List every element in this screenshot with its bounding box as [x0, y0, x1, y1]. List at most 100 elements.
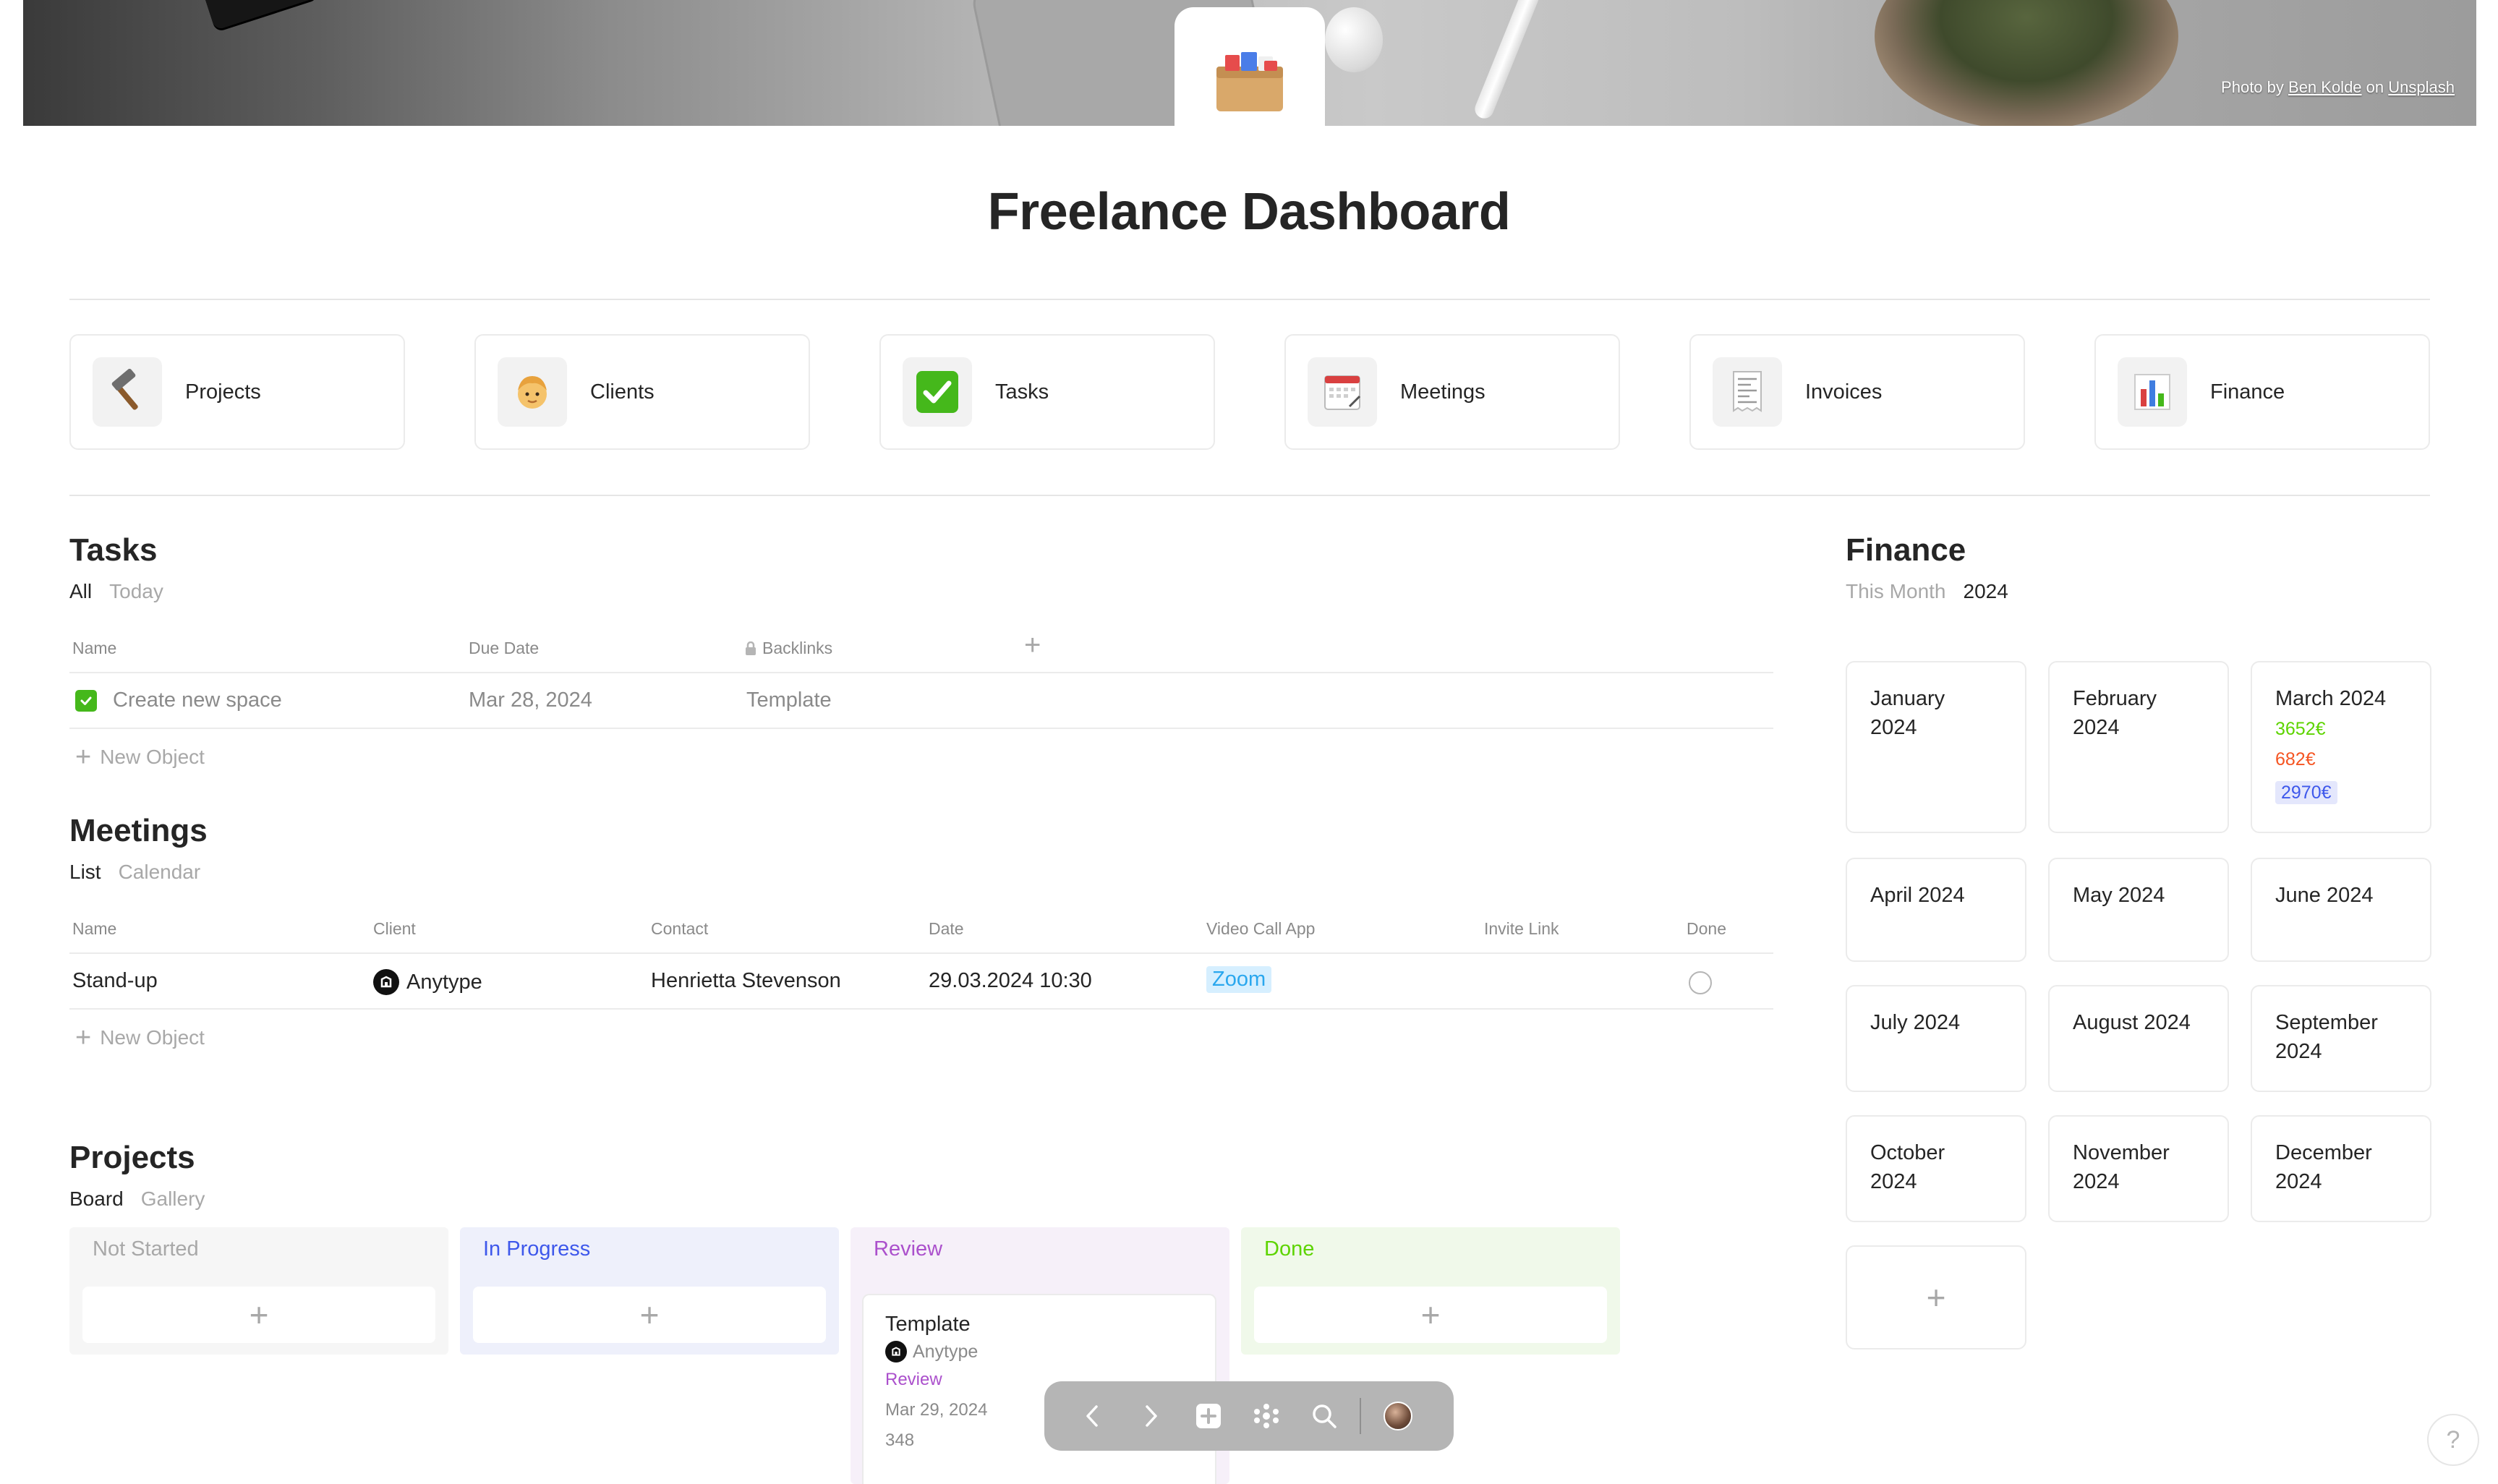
earbud-photo — [1325, 7, 1383, 72]
task-name[interactable]: Create new space — [113, 688, 282, 712]
meeting-contact[interactable]: Henrietta Stevenson — [651, 969, 841, 993]
search-icon[interactable] — [1305, 1396, 1344, 1436]
expense-value: 682€ — [2275, 749, 2316, 769]
plus-square-icon[interactable] — [1189, 1396, 1228, 1436]
tab-this-month[interactable]: This Month — [1846, 580, 1946, 603]
earbud-stem-photo — [1472, 0, 1544, 121]
card-index-box-icon[interactable] — [1175, 7, 1325, 152]
bottom-navigation-bar — [1044, 1381, 1454, 1451]
tab-board[interactable]: Board — [69, 1187, 124, 1211]
month-card-november[interactable]: November 2024 — [2048, 1115, 2229, 1222]
divider — [1360, 1398, 1361, 1434]
nav-card-projects[interactable]: Projects — [69, 334, 405, 450]
project-card-title: Template — [885, 1313, 971, 1336]
balance-value: 2970€ — [2275, 781, 2337, 804]
divider — [69, 1008, 1773, 1010]
add-column-button[interactable]: + — [1024, 631, 1041, 660]
nav-card-label: Tasks — [995, 380, 1049, 404]
nav-card-meetings[interactable]: Meetings — [1284, 334, 1620, 450]
graph-icon[interactable] — [1247, 1396, 1286, 1436]
month-card-may[interactable]: May 2024 — [2048, 858, 2229, 962]
column-header-invite-link[interactable]: Invite Link — [1484, 919, 1559, 939]
column-header-contact[interactable]: Contact — [651, 919, 708, 939]
month-card-december[interactable]: December 2024 — [2251, 1115, 2431, 1222]
avatar[interactable] — [1378, 1396, 1418, 1436]
add-month-button[interactable]: + — [1846, 1245, 2026, 1349]
add-card-button[interactable]: + — [473, 1287, 826, 1343]
photographer-link[interactable]: Ben Kolde — [2288, 78, 2362, 96]
month-card-march[interactable]: March 2024 3652€ 682€ 2970€ — [2251, 661, 2431, 833]
tab-2024[interactable]: 2024 — [1964, 580, 2008, 603]
add-card-button[interactable]: + — [82, 1287, 435, 1343]
divider — [69, 952, 1773, 954]
video-call-app-tag[interactable]: Zoom — [1206, 966, 1272, 993]
month-card-september[interactable]: September 2024 — [2251, 985, 2431, 1092]
divider — [69, 299, 2430, 300]
income-value: 3652€ — [2275, 719, 2326, 739]
keyboard-photo: tab A S D F lock Z X C V — [132, 0, 624, 54]
unsplash-link[interactable]: Unsplash — [2388, 78, 2455, 96]
column-header-done[interactable]: Done — [1687, 919, 1726, 939]
balance-value-wrap: 2970€ — [2275, 777, 2407, 809]
bar-chart-icon — [2118, 357, 2187, 427]
column-title[interactable]: Not Started — [93, 1237, 199, 1261]
back-icon[interactable] — [1073, 1396, 1112, 1436]
page-title[interactable]: Freelance Dashboard — [0, 182, 2498, 242]
month-card-february[interactable]: February 2024 — [2048, 661, 2229, 833]
divider — [69, 728, 1773, 729]
tasks-view-tabs: All Today — [69, 580, 163, 603]
column-header-name[interactable]: Name — [72, 919, 116, 939]
help-button[interactable]: ? — [2427, 1414, 2479, 1466]
checkbox-checked-icon[interactable] — [75, 690, 97, 712]
tab-all[interactable]: All — [69, 580, 92, 603]
tab-calendar[interactable]: Calendar — [119, 861, 201, 884]
column-title[interactable]: In Progress — [483, 1237, 590, 1261]
month-card-june[interactable]: June 2024 — [2251, 858, 2431, 962]
nav-card-tasks[interactable]: Tasks — [879, 334, 1215, 450]
meetings-section-title[interactable]: Meetings — [69, 813, 208, 849]
nav-card-label: Clients — [590, 380, 655, 404]
month-card-april[interactable]: April 2024 — [1846, 858, 2026, 962]
meeting-date[interactable]: 29.03.2024 10:30 — [929, 969, 1092, 993]
column-header-backlinks[interactable]: Backlinks — [745, 639, 832, 658]
check-mark-icon — [903, 357, 972, 427]
new-object-button[interactable]: + New Object — [75, 743, 205, 771]
tasks-section-title[interactable]: Tasks — [69, 532, 158, 568]
add-card-button[interactable]: + — [1254, 1287, 1607, 1343]
nav-card-label: Invoices — [1805, 380, 1883, 404]
user-avatar-image — [1384, 1402, 1412, 1430]
projects-section-title[interactable]: Projects — [69, 1140, 195, 1176]
month-card-january[interactable]: January 2024 — [1846, 661, 2026, 833]
board-column-in-progress: In Progress + — [460, 1227, 839, 1355]
meeting-client[interactable]: Anytype — [373, 969, 482, 995]
nav-card-finance[interactable]: Finance — [2094, 334, 2430, 450]
plus-icon: + — [75, 742, 92, 772]
month-card-october[interactable]: October 2024 — [1846, 1115, 2026, 1222]
column-header-client[interactable]: Client — [373, 919, 416, 939]
plus-icon: + — [1420, 1296, 1441, 1334]
divider — [69, 495, 2430, 496]
column-header-video-call-app[interactable]: Video Call App — [1206, 919, 1315, 939]
forward-icon[interactable] — [1131, 1396, 1170, 1436]
nav-card-invoices[interactable]: Invoices — [1689, 334, 2025, 450]
task-backlinks[interactable]: Template — [746, 688, 832, 712]
nav-card-label: Projects — [185, 380, 261, 404]
column-header-due-date[interactable]: Due Date — [469, 639, 539, 658]
column-header-name[interactable]: Name — [72, 639, 116, 658]
calendar-icon — [1308, 357, 1377, 427]
column-title[interactable]: Done — [1264, 1237, 1314, 1261]
done-checkbox[interactable] — [1689, 971, 1712, 994]
tab-today[interactable]: Today — [109, 580, 163, 603]
new-object-button[interactable]: + New Object — [75, 1024, 205, 1052]
month-card-august[interactable]: August 2024 — [2048, 985, 2229, 1092]
column-header-date[interactable]: Date — [929, 919, 964, 939]
month-card-july[interactable]: July 2024 — [1846, 985, 2026, 1092]
tab-gallery[interactable]: Gallery — [141, 1187, 205, 1211]
task-due-date[interactable]: Mar 28, 2024 — [469, 688, 592, 712]
nav-card-clients[interactable]: Clients — [474, 334, 810, 450]
plus-icon: + — [639, 1296, 660, 1334]
tab-list[interactable]: List — [69, 861, 101, 884]
column-title[interactable]: Review — [874, 1237, 942, 1261]
meeting-name[interactable]: Stand-up — [72, 969, 158, 993]
finance-section-title[interactable]: Finance — [1846, 532, 1966, 568]
